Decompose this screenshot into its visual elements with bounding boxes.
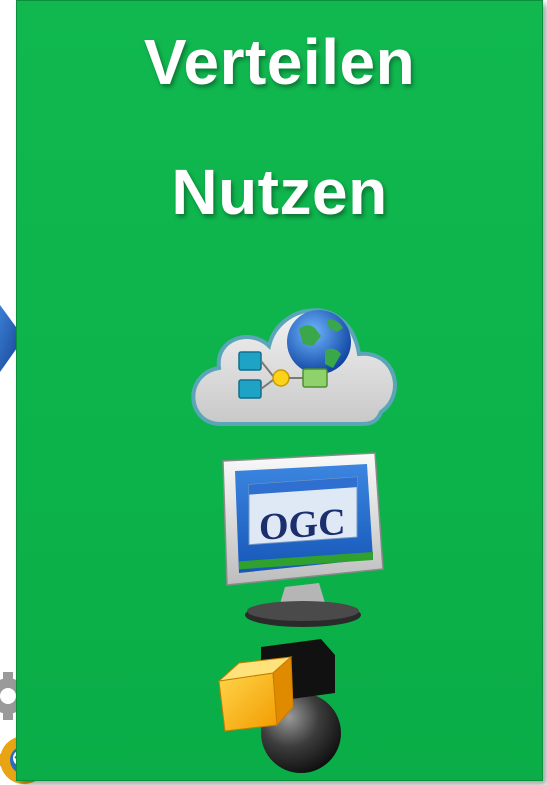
cube-sphere-icon — [217, 635, 351, 775]
distribute-use-panel: Verteilen Nutzen OGC — [16, 0, 543, 781]
monitor-ogc-label: OGC — [259, 501, 346, 549]
slide: Verteilen Nutzen OGC — [0, 0, 547, 785]
panel-title-line1: Verteilen — [143, 26, 416, 98]
panel-title-line2: Nutzen — [171, 156, 388, 228]
cloud-network-globe-icon — [181, 284, 407, 429]
ogc-monitor-icon: OGC — [215, 451, 387, 633]
